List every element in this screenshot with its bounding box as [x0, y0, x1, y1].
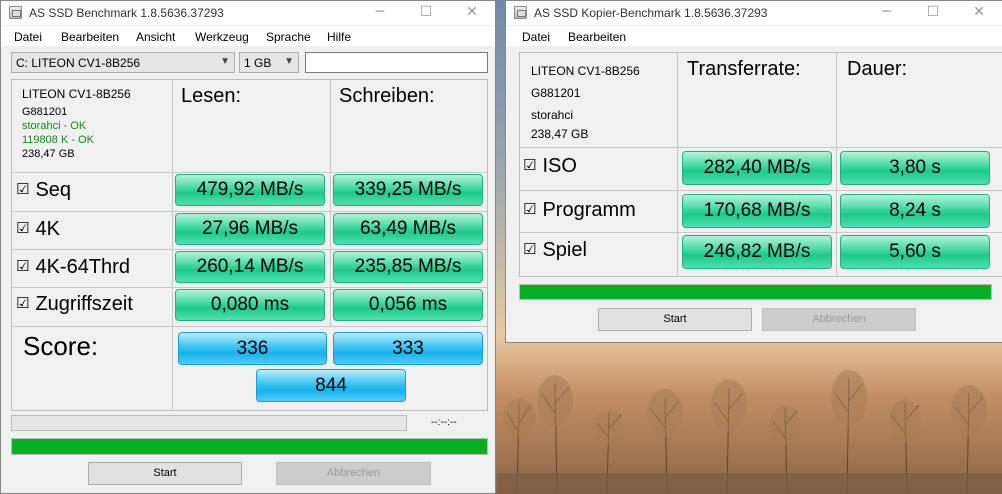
start-button[interactable]: Start: [88, 462, 242, 485]
alignment-status: 119808 K - OK: [22, 134, 94, 146]
total-progress-bar: [11, 438, 488, 455]
menu-sprache[interactable]: Sprache: [266, 30, 311, 44]
maximize-button[interactable]: ☐: [910, 1, 956, 25]
row-game-label[interactable]: ☑ Spiel: [523, 239, 587, 262]
minimize-button[interactable]: ─: [357, 1, 403, 25]
app-drive-icon: [9, 6, 22, 19]
menu-datei[interactable]: Datei: [14, 30, 42, 44]
score-write: 333: [333, 332, 483, 365]
row-iso-label[interactable]: ☑ ISO: [523, 155, 577, 178]
score-read: 336: [178, 332, 327, 365]
copy-benchmark-window: AS SSD Kopier-Benchmark 1.8.5636.37293 ─…: [505, 0, 1002, 343]
copy-menubar: Datei Bearbeiten: [506, 26, 1002, 46]
iso-duration-result: 3,80 s: [840, 151, 990, 185]
drive-firmware: G881201: [22, 106, 68, 118]
column-read-header: Lesen:: [181, 85, 242, 107]
program-rate-result: 170,68 MB/s: [682, 194, 832, 228]
checkbox-checked-icon[interactable]: ☑: [16, 219, 29, 237]
abort-button[interactable]: Abbrechen: [276, 462, 431, 485]
seq-read-result: 479,92 MB/s: [175, 174, 325, 206]
drive-model: LITEON CV1-8B256: [22, 87, 131, 101]
iso-rate-result: 282,40 MB/s: [682, 151, 832, 185]
column-duration-header: Dauer:: [847, 58, 908, 80]
row-4k64-label[interactable]: ☑ 4K-64Thrd: [16, 256, 130, 279]
size-select-value: 1 GB: [244, 56, 272, 70]
row-4k-label[interactable]: ☑ 4K: [16, 218, 60, 241]
access-read-result: 0,080 ms: [175, 289, 325, 321]
benchmark-window-title: AS SSD Benchmark 1.8.5636.37293: [29, 6, 224, 20]
checkbox-checked-icon[interactable]: ☑: [523, 200, 536, 218]
copy-drive-model: LITEON CV1-8B256: [531, 64, 640, 78]
maximize-button[interactable]: ☐: [403, 1, 449, 25]
filter-input[interactable]: [305, 52, 488, 73]
size-select[interactable]: 1 GB ▼: [239, 52, 299, 73]
row-access-label[interactable]: ☑ Zugriffszeit: [16, 293, 133, 316]
score-total: 844: [256, 369, 406, 402]
drive-select[interactable]: C: LITEON CV1-8B256 ▼: [11, 52, 235, 73]
menu-bearbeiten[interactable]: Bearbeiten: [61, 30, 119, 44]
checkbox-checked-icon[interactable]: ☑: [523, 240, 536, 258]
elapsed-time: --:--:--: [431, 417, 457, 428]
test-progress-bar: [11, 415, 407, 431]
total-progress-fill: [12, 439, 487, 454]
minimize-button[interactable]: ─: [864, 1, 910, 25]
benchmark-titlebar: AS SSD Benchmark 1.8.5636.37293 ─ ☐ ✕: [1, 1, 495, 25]
checkbox-checked-icon[interactable]: ☑: [16, 294, 29, 312]
copy-titlebar: AS SSD Kopier-Benchmark 1.8.5636.37293 ─…: [506, 1, 1002, 25]
row-program-label[interactable]: ☑ Programm: [523, 199, 636, 222]
copy-abort-button[interactable]: Abbrechen: [762, 308, 916, 331]
copy-progress-fill: [520, 285, 991, 299]
menu-datei[interactable]: Datei: [522, 30, 550, 44]
program-duration-result: 8,24 s: [840, 194, 990, 228]
menu-werkzeug[interactable]: Werkzeug: [195, 30, 249, 44]
chevron-down-icon: ▼: [284, 56, 294, 67]
copy-progress-bar: [519, 284, 992, 300]
game-duration-result: 5,60 s: [840, 235, 990, 269]
close-button[interactable]: ✕: [449, 1, 495, 25]
drive-capacity: 238,47 GB: [22, 148, 75, 160]
benchmark-menubar: Datei Bearbeiten Ansicht Werkzeug Sprach…: [1, 26, 495, 46]
column-rate-header: Transferrate:: [687, 58, 801, 80]
4k-write-result: 63,49 MB/s: [333, 213, 483, 245]
4k64-read-result: 260,14 MB/s: [175, 251, 325, 283]
game-rate-result: 246,82 MB/s: [682, 235, 832, 269]
menu-bearbeiten[interactable]: Bearbeiten: [568, 30, 626, 44]
column-write-header: Schreiben:: [339, 85, 435, 107]
copy-drive-capacity: 238,47 GB: [531, 127, 589, 141]
row-seq-label[interactable]: ☑ Seq: [16, 179, 71, 202]
4k64-write-result: 235,85 MB/s: [333, 251, 483, 283]
chevron-down-icon: ▼: [220, 56, 230, 67]
score-label: Score:: [23, 331, 99, 361]
app-drive-icon: [514, 6, 527, 19]
access-write-result: 0,056 ms: [333, 289, 483, 321]
checkbox-checked-icon[interactable]: ☑: [16, 180, 29, 198]
desktop-wallpaper-trees: [497, 370, 1002, 494]
close-button[interactable]: ✕: [956, 1, 1002, 25]
drive-info: LITEON CV1-8B256 G881201 storahci - OK 1…: [22, 87, 131, 161]
seq-write-result: 339,25 MB/s: [333, 174, 483, 206]
copy-drive-info: LITEON CV1-8B256 G881201 storahci 238,47…: [531, 60, 640, 145]
checkbox-checked-icon[interactable]: ☑: [16, 257, 29, 275]
copy-window-title: AS SSD Kopier-Benchmark 1.8.5636.37293: [534, 6, 768, 20]
menu-ansicht[interactable]: Ansicht: [136, 30, 175, 44]
copy-start-button[interactable]: Start: [598, 308, 752, 331]
copy-drive-firmware: G881201: [531, 86, 581, 100]
driver-status: storahci - OK: [22, 120, 87, 132]
benchmark-window: AS SSD Benchmark 1.8.5636.37293 ─ ☐ ✕ Da…: [0, 0, 496, 494]
checkbox-checked-icon[interactable]: ☑: [523, 156, 536, 174]
drive-select-value: C: LITEON CV1-8B256: [16, 56, 141, 70]
4k-read-result: 27,96 MB/s: [175, 213, 325, 245]
menu-hilfe[interactable]: Hilfe: [327, 30, 351, 44]
